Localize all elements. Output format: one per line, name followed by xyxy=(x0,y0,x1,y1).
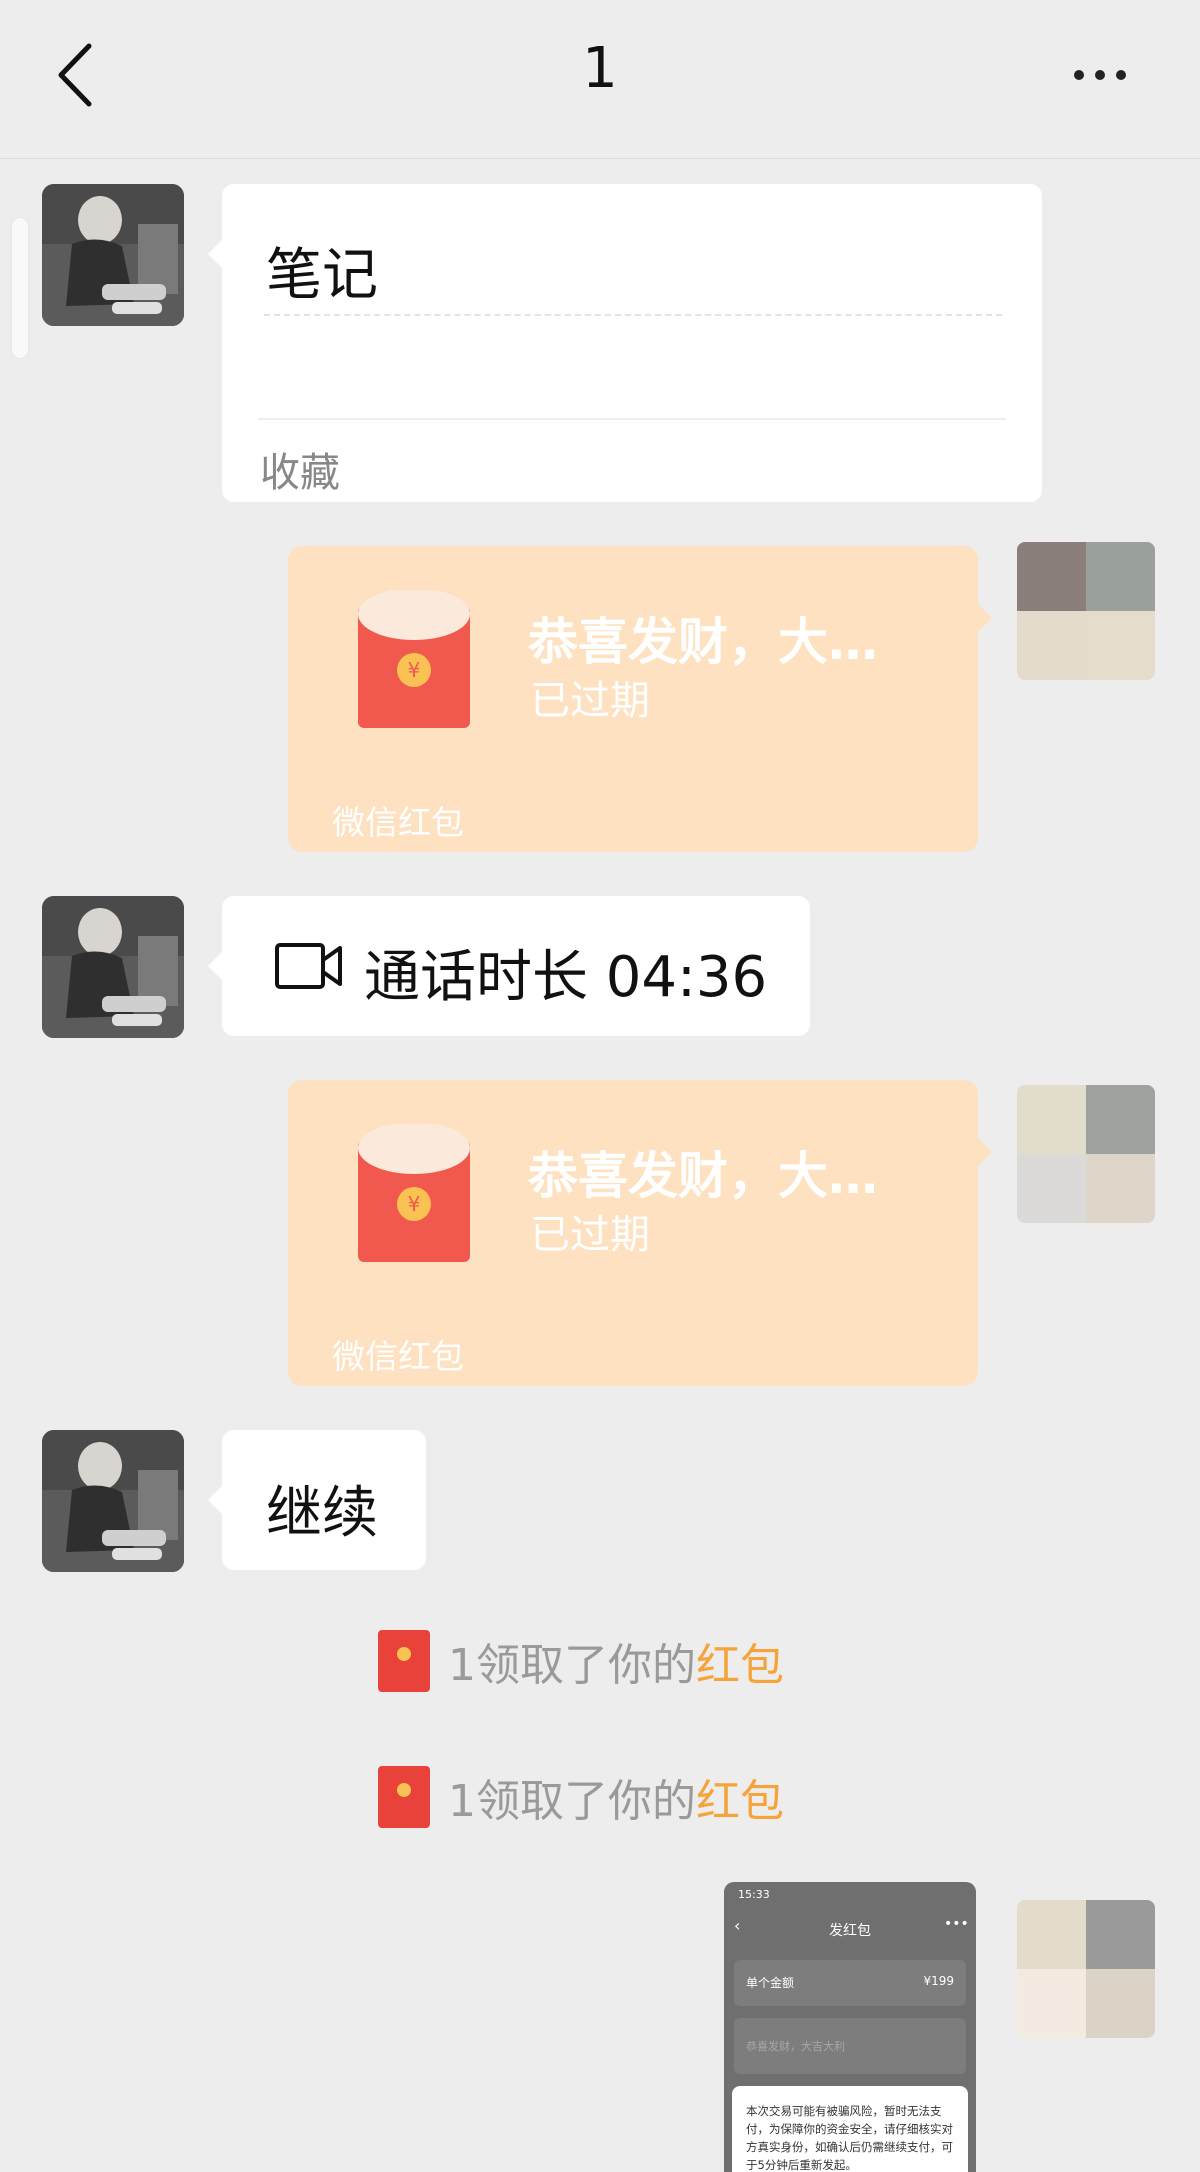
text-message[interactable]: 继续 xyxy=(208,1430,426,1570)
risk-warning-text: 本次交易可能有被骗风险，暂时无法支付，为保障你的资金安全，请仔细核实对方真实身份… xyxy=(746,2104,953,2172)
status-bar-time: 15:33 xyxy=(738,1888,770,1901)
more-dots-icon: ••• xyxy=(944,1916,969,1932)
red-packet-label: 微信红包 xyxy=(332,803,464,842)
my-avatar[interactable] xyxy=(1017,542,1155,680)
red-packet-label: 微信红包 xyxy=(332,1337,464,1376)
more-dots-icon xyxy=(1074,70,1084,80)
red-packet-message[interactable]: ¥ 恭喜发财，大… 已过期 微信红包 xyxy=(288,1080,992,1386)
chat-title: 1 xyxy=(582,36,618,101)
red-envelope-icon: ¥ xyxy=(358,590,470,728)
red-envelope-icon: ¥ xyxy=(358,1124,470,1262)
screenshot-image-message[interactable]: 15:33 ‹ 发红包 ••• 单个金额 ¥199 恭喜发财，大吉大利 本次交易… xyxy=(724,1882,976,2172)
video-call-icon xyxy=(275,943,342,989)
screenshot-title: 发红包 xyxy=(829,1923,871,1939)
red-packet-title: 恭喜发财，大… xyxy=(528,1147,878,1205)
svg-text:¥: ¥ xyxy=(408,658,421,682)
note-source-label: 收藏 xyxy=(260,450,340,496)
red-packet-icon xyxy=(378,1630,430,1692)
svg-text:¥: ¥ xyxy=(408,1192,421,1216)
avatar-photo xyxy=(42,1430,184,1572)
favorite-note-card[interactable]: 笔记 收藏 xyxy=(208,184,1042,502)
red-packet-link[interactable]: 红包 xyxy=(696,1765,784,1829)
risk-warning-dialog: 本次交易可能有被骗风险，暂时无法支付，为保障你的资金安全，请仔细核实对方真实身份… xyxy=(732,2086,968,2172)
more-button[interactable] xyxy=(1050,40,1150,110)
my-avatar[interactable] xyxy=(1017,1085,1155,1223)
greeting-row: 恭喜发财，大吉大利 xyxy=(734,2018,966,2074)
red-packet-status: 已过期 xyxy=(530,678,650,724)
message-text: 继续 xyxy=(266,1481,378,1546)
red-packet-link[interactable]: 红包 xyxy=(696,1629,784,1693)
red-packet-title: 恭喜发财，大… xyxy=(528,613,878,671)
note-title: 笔记 xyxy=(266,243,378,308)
amount-label: 单个金额 xyxy=(746,1976,795,1990)
system-notice-text: 1领取了你的 xyxy=(448,1776,696,1827)
my-avatar[interactable] xyxy=(1017,1900,1155,2038)
avatar-photo xyxy=(42,896,184,1038)
contact-avatar[interactable] xyxy=(42,1430,184,1572)
note-divider-dashed xyxy=(264,314,1002,316)
avatar-photo xyxy=(42,184,184,326)
scroll-indicator[interactable] xyxy=(12,218,28,358)
system-notice-text: 1领取了你的 xyxy=(448,1640,696,1691)
red-packet-icon xyxy=(378,1766,430,1828)
red-packet-status: 已过期 xyxy=(530,1212,650,1258)
call-duration-text: 通话时长 04:36 xyxy=(364,945,768,1010)
video-call-record[interactable]: 通话时长 04:36 xyxy=(208,896,810,1036)
contact-avatar[interactable] xyxy=(42,896,184,1038)
greeting-placeholder: 恭喜发财，大吉大利 xyxy=(746,2040,845,2053)
red-packet-message[interactable]: ¥ 恭喜发财，大… 已过期 微信红包 xyxy=(288,546,992,852)
amount-row: 单个金额 ¥199 xyxy=(734,1960,966,2006)
amount-value: ¥199 xyxy=(923,1974,954,1988)
system-notice: 1领取了你的 红包 xyxy=(378,1766,784,1828)
system-notice: 1领取了你的 红包 xyxy=(378,1630,784,1692)
contact-avatar[interactable] xyxy=(42,184,184,326)
note-divider xyxy=(258,418,1006,420)
